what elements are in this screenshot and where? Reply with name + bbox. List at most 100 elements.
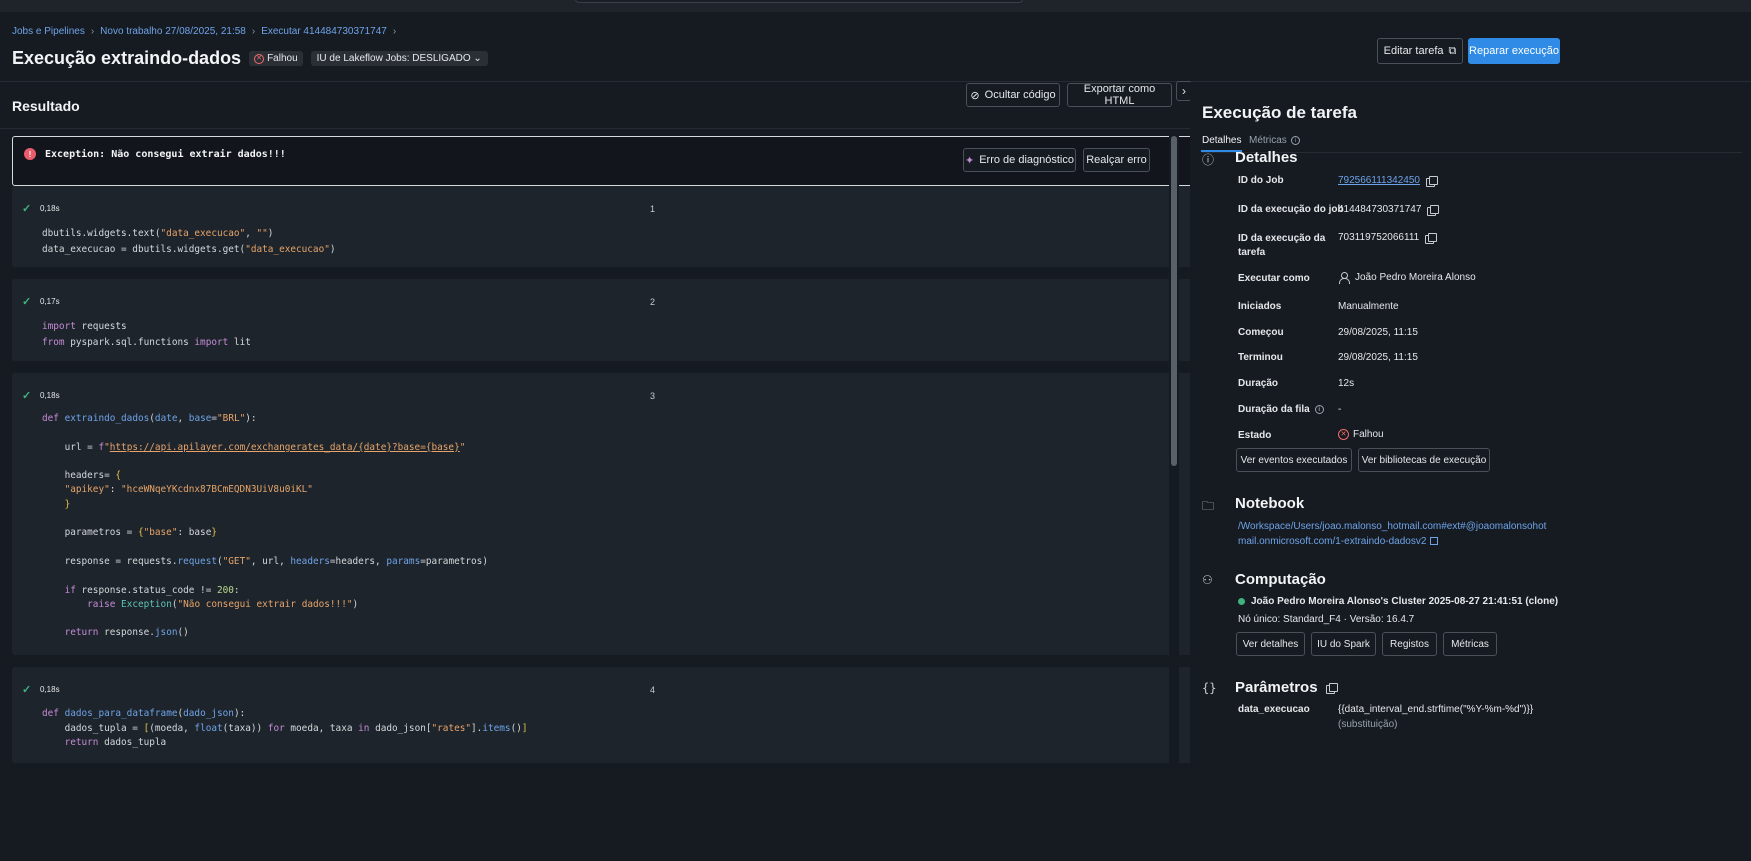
scrollbar-thumb[interactable] (1171, 136, 1177, 466)
status-badge: ✕ Falhou (249, 51, 303, 66)
breadcrumb-job[interactable]: Novo trabalho 27/08/2025, 21:58 (100, 26, 246, 37)
status-text: Falhou (267, 53, 298, 64)
param-value: {{data_interval_end.strftime("%Y-%m-%d")… (1338, 704, 1534, 715)
hierarchy-icon: ⚇ (1202, 573, 1213, 587)
view-libraries-button[interactable]: Ver bibliotecas de execução (1358, 448, 1490, 472)
triggered-value: Manualmente (1338, 301, 1399, 312)
export-html-button[interactable]: Exportar como HTML (1067, 83, 1172, 107)
breadcrumb: Jobs e Pipelines › Novo trabalho 27/08/20… (12, 26, 396, 37)
diagnose-error-button[interactable]: ✦ Erro de diagnóstico (963, 148, 1076, 172)
duration-value: 12s (1338, 378, 1355, 389)
check-icon: ✓ (22, 684, 32, 696)
hide-code-label: Ocultar código (984, 89, 1056, 101)
cluster-name-text: João Pedro Moreira Alonso's Cluster 2025… (1251, 596, 1559, 607)
cluster-name[interactable]: João Pedro Moreira Alonso's Cluster 2025… (1238, 596, 1558, 607)
task-run-id-text: 703119752066111 (1338, 232, 1420, 243)
queue-value: - (1338, 404, 1342, 415)
external-link-icon: ⧉ (1448, 44, 1457, 57)
copy-icon[interactable] (1325, 682, 1338, 694)
logs-button[interactable]: Registos (1382, 632, 1437, 656)
details-section-title: Detalhes (1235, 149, 1298, 166)
param-name: data_execucao (1238, 704, 1310, 715)
top-strip (0, 0, 1751, 12)
error-message: Exception: Não consegui extrair dados!!! (45, 149, 286, 160)
notebook-path-link[interactable]: /Workspace/Users/joao.malonso_hotmail.co… (1238, 519, 1553, 549)
cell-number: 4 (650, 685, 656, 695)
search-box[interactable] (575, 0, 1023, 3)
highlight-error-button[interactable]: Realçar erro (1083, 148, 1150, 172)
chevron-right-icon: › (1182, 84, 1186, 98)
folder-icon: 🗀 (1202, 499, 1215, 513)
scrollbar[interactable] (1169, 132, 1179, 861)
code-cell-1[interactable]: ✓ 0,18s 1 dbutils.widgets.text("data_exe… (12, 186, 1294, 267)
cell-number: 2 (650, 297, 656, 307)
run-as-value: João Pedro Moreira Alonso (1338, 272, 1476, 284)
error-circle-icon: ✕ (1338, 429, 1349, 440)
error-circle-icon: ✕ (254, 53, 265, 64)
cell-duration: 0,18s (40, 685, 60, 694)
task-run-id-label: ID da execução da tarefa (1238, 233, 1326, 258)
spark-ui-button[interactable]: IU do Spark (1311, 632, 1376, 656)
hide-code-button[interactable]: ⊘ Ocultar código (966, 83, 1060, 107)
check-icon: ✓ (22, 203, 32, 215)
breadcrumb-run[interactable]: Executar 414484730371747 (261, 26, 387, 37)
panel-title: Execução de tarefa (1202, 103, 1357, 122)
external-link-icon (1430, 537, 1439, 545)
sparkle-icon: ✦ (965, 154, 975, 167)
user-icon (1338, 272, 1350, 284)
view-events-button[interactable]: Ver eventos executados (1236, 448, 1352, 472)
info-circle-icon: ⓘ (1202, 153, 1215, 167)
page-header: Jobs e Pipelines › Novo trabalho 27/08/20… (0, 12, 1751, 82)
page-title: Execução extraindo-dados (12, 48, 242, 68)
repair-run-button[interactable]: Reparar execução (1468, 38, 1560, 64)
breadcrumb-jobs[interactable]: Jobs e Pipelines (12, 26, 85, 37)
cell-duration: 0,17s (40, 297, 60, 306)
task-run-id-value: 703119752066111 (1338, 232, 1438, 244)
lakeflow-ui-label: IU de Lakeflow Jobs: DESLIGADO (316, 53, 471, 64)
code-cell-3[interactable]: ✓ 0,18s 3 def extraindo_dados(date, base… (12, 373, 1294, 655)
breadcrumb-sep: › (392, 26, 397, 37)
result-title: Resultado (12, 98, 80, 114)
notebook-path-text: /Workspace/Users/joao.malonso_hotmail.co… (1238, 521, 1547, 547)
tab-details[interactable]: Detalhes (1200, 135, 1243, 152)
run-id-value: 414484730371747 (1338, 204, 1440, 216)
code-cell-4[interactable]: ✓ 0,18s 4 def dados_para_dataframe(dado_… (12, 667, 1294, 763)
title-row: Execução extraindo-dados ✕ Falhou IU de … (12, 48, 488, 69)
edit-task-label: Editar tarefa (1383, 45, 1444, 57)
edit-task-button[interactable]: Editar tarefa ⧉ (1377, 38, 1463, 64)
breadcrumb-sep: › (90, 26, 95, 37)
lakeflow-ui-toggle[interactable]: IU de Lakeflow Jobs: DESLIGADO ⌄ (310, 51, 488, 66)
view-details-button[interactable]: Ver detalhes (1236, 632, 1305, 656)
cell-number: 1 (650, 204, 656, 214)
ended-value: 29/08/2025, 11:15 (1338, 352, 1418, 363)
breadcrumb-sep: › (251, 26, 256, 37)
metrics-button[interactable]: Métricas (1443, 632, 1497, 656)
notebook-section-title: Notebook (1235, 495, 1305, 512)
state-value: ✕ Falhou (1338, 429, 1384, 440)
result-pane: Resultado ⊘ Ocultar código Exportar como… (0, 82, 1300, 861)
copy-icon[interactable] (1425, 232, 1438, 244)
duration-label: Duração (1238, 378, 1279, 389)
result-toolbar: Resultado ⊘ Ocultar código Exportar como… (0, 82, 1300, 129)
tab-metrics[interactable]: Métricas i (1249, 135, 1300, 146)
queue-label: Duração da fila i (1238, 404, 1324, 415)
task-run-panel: Execução de tarefa Detalhes Métricas i ⓘ… (1190, 82, 1751, 861)
status-dot-icon (1238, 598, 1245, 605)
info-icon: i (1290, 136, 1300, 145)
copy-icon[interactable] (1425, 175, 1438, 187)
diagnose-error-label: Erro de diagnóstico (979, 154, 1074, 166)
run-id-text: 414484730371747 (1338, 204, 1422, 215)
job-id-link[interactable]: 792566111342450 (1338, 175, 1420, 186)
compute-section-title: Computação (1235, 571, 1326, 588)
code-cell-2[interactable]: ✓ 0,17s 2 import requests from pyspark.s… (12, 279, 1294, 361)
tab-metrics-label: Métricas (1249, 135, 1287, 146)
job-id-value: 792566111342450 (1338, 175, 1438, 187)
run-as-text: João Pedro Moreira Alonso (1355, 272, 1476, 283)
copy-icon[interactable] (1427, 204, 1440, 216)
check-icon: ✓ (22, 296, 32, 308)
run-id-label: ID da execução do job (1238, 204, 1344, 215)
params-title-text: Parâmetros (1235, 679, 1318, 696)
run-as-label: Executar como (1238, 273, 1310, 284)
cell-duration: 0,18s (40, 391, 60, 400)
started-label: Começou (1238, 327, 1284, 338)
